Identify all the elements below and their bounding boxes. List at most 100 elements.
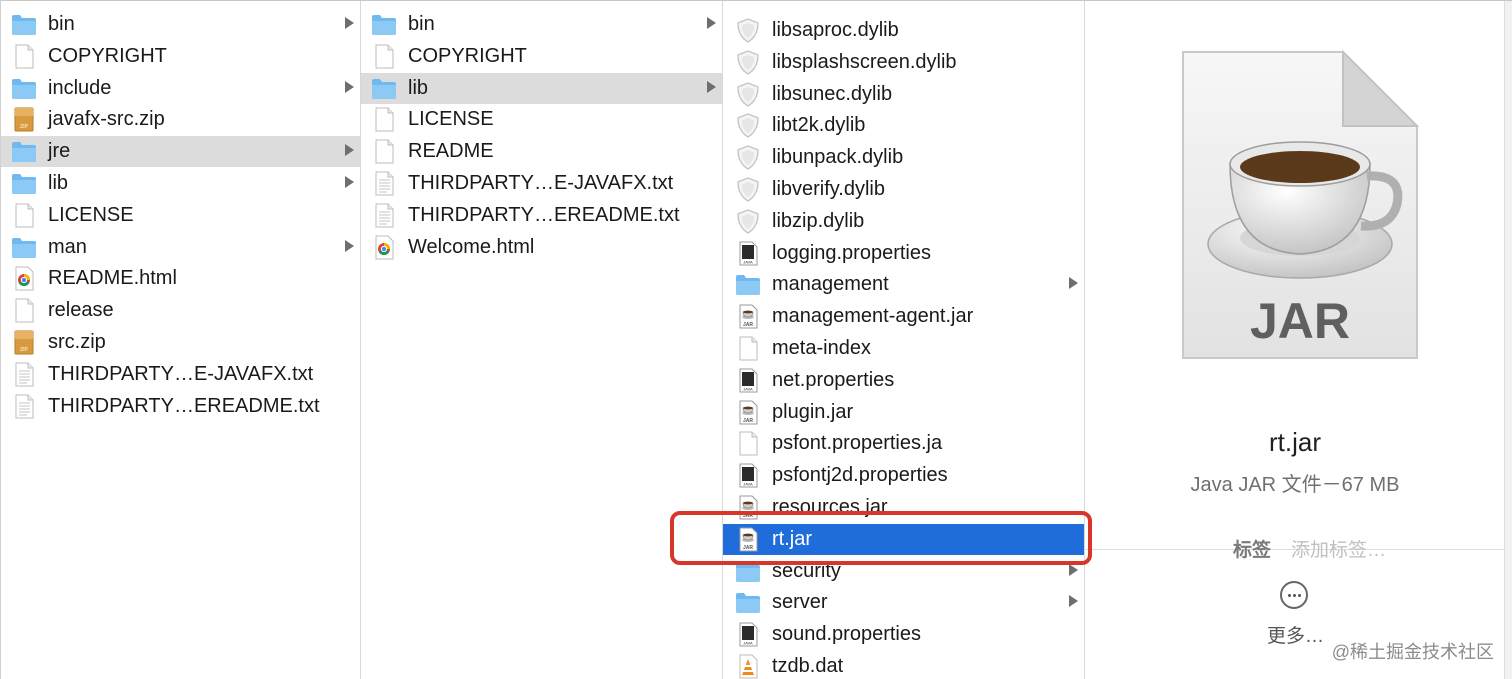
dylib-shield-icon bbox=[735, 50, 761, 75]
svg-text:JAVA: JAVA bbox=[743, 386, 753, 391]
svg-text:ZIP: ZIP bbox=[20, 347, 28, 353]
disclosure-arrow-icon[interactable] bbox=[345, 239, 354, 252]
file-name-label: psfont.properties.ja bbox=[772, 432, 943, 455]
more-options-icon[interactable] bbox=[1280, 581, 1308, 609]
file-row-man[interactable]: man bbox=[1, 232, 360, 263]
file-row-src-zip[interactable]: ZIP src.zip bbox=[1, 327, 360, 358]
file-row-server[interactable]: server bbox=[723, 587, 1084, 618]
dylib-shield-icon bbox=[735, 81, 761, 107]
file-row-libsplashscreen-dylib[interactable]: libsplashscreen.dylib bbox=[723, 47, 1084, 78]
file-name-label: include bbox=[48, 76, 112, 99]
file-row-readme-html[interactable]: README.html bbox=[1, 263, 360, 294]
dylib-shield-icon bbox=[735, 209, 761, 234]
file-row-thirdparty-e-javafx-txt[interactable]: THIRDPARTY…E-JAVAFX.txt bbox=[1, 359, 360, 390]
file-name-label: net.properties bbox=[772, 368, 895, 391]
file-name-label: COPYRIGHT bbox=[48, 44, 167, 67]
file-row-license[interactable]: LICENSE bbox=[1, 200, 360, 231]
document-icon bbox=[11, 44, 37, 69]
column-jre-lib[interactable]: libsaproc.dylib libsplashscreen.dylib libs… bbox=[723, 1, 1085, 679]
file-name-label: meta-index bbox=[772, 337, 871, 359]
file-row-libt2k-dylib[interactable]: libt2k.dylib bbox=[723, 110, 1084, 141]
disclosure-arrow-icon[interactable] bbox=[345, 176, 354, 188]
file-row-javafx-src-zip[interactable]: ZIP javafx-src.zip bbox=[1, 104, 360, 135]
window-edge bbox=[1504, 1, 1512, 679]
dylib-shield-icon bbox=[735, 145, 761, 171]
file-row-license[interactable]: LICENSE bbox=[361, 104, 722, 135]
file-row-libunpack-dylib[interactable]: libunpack.dylib bbox=[723, 142, 1084, 173]
file-name-label: javafx-src.zip bbox=[48, 108, 165, 131]
zip-archive-icon: ZIP bbox=[11, 330, 37, 355]
file-row-welcome-html[interactable]: Welcome.html bbox=[361, 232, 722, 263]
disclosure-arrow-icon[interactable] bbox=[345, 17, 354, 29]
file-row-logging-properties[interactable]: JAVA logging.properties bbox=[723, 238, 1084, 269]
zip-archive-icon: ZIP bbox=[11, 107, 37, 132]
file-row-lib[interactable]: lib bbox=[361, 72, 722, 104]
file-row-bin[interactable]: bin bbox=[1, 9, 360, 40]
column-jre[interactable]: bin COPYRIGHT lib LICENSE README THIRDPARTY…E… bbox=[361, 1, 723, 679]
file-row-lib[interactable]: lib bbox=[1, 168, 360, 199]
file-row-bin[interactable]: bin bbox=[361, 9, 722, 40]
file-row-libzip-dylib[interactable]: libzip.dylib bbox=[723, 206, 1084, 237]
file-row-libsaproc-dylib[interactable]: libsaproc.dylib bbox=[723, 15, 1084, 46]
file-row-meta-index[interactable]: meta-index bbox=[723, 333, 1084, 364]
file-row-libverify-dylib[interactable]: libverify.dylib bbox=[723, 174, 1084, 205]
file-row-readme[interactable]: README bbox=[361, 136, 722, 167]
disclosure-arrow-icon[interactable] bbox=[1069, 563, 1078, 576]
file-row-management[interactable]: management bbox=[723, 269, 1084, 300]
file-row-management-agent-jar[interactable]: JAR management-agent.jar bbox=[723, 301, 1084, 332]
document-icon bbox=[735, 431, 761, 456]
preview-file-name: rt.jar bbox=[1269, 427, 1321, 457]
file-name-label: psfontj2d.properties bbox=[772, 464, 948, 487]
disclosure-arrow-icon[interactable] bbox=[707, 17, 716, 29]
file-name-label: man bbox=[48, 235, 87, 258]
java-properties-icon: JAVA bbox=[735, 463, 761, 488]
file-row-libsunec-dylib[interactable]: libsunec.dylib bbox=[723, 79, 1084, 110]
java-properties-icon: JAVA bbox=[735, 368, 761, 393]
folder-icon bbox=[735, 272, 761, 297]
disclosure-arrow-icon[interactable] bbox=[707, 80, 716, 93]
file-row-thirdparty-ereadme-txt[interactable]: THIRDPARTY…EREADME.txt bbox=[361, 200, 722, 231]
file-name-label: lib bbox=[48, 172, 69, 194]
svg-text:ZIP: ZIP bbox=[20, 124, 28, 130]
text-file-icon bbox=[371, 171, 397, 196]
column-jdk-home[interactable]: bin COPYRIGHT include ZIP javafx-src.zip jre l… bbox=[1, 1, 361, 679]
file-name-label: logging.properties bbox=[772, 241, 931, 264]
more-button-label[interactable]: 更多… bbox=[1267, 621, 1324, 648]
file-row-copyright[interactable]: COPYRIGHT bbox=[361, 41, 722, 72]
file-name-label: README bbox=[408, 140, 494, 163]
file-name-label: THIRDPARTY…E-JAVAFX.txt bbox=[48, 362, 314, 385]
file-row-psfont-properties-ja[interactable]: psfont.properties.ja bbox=[723, 428, 1084, 459]
file-name-label: THIRDPARTY…EREADME.txt bbox=[408, 203, 680, 226]
file-name-label: jre bbox=[48, 140, 71, 163]
disclosure-arrow-icon[interactable] bbox=[1069, 595, 1078, 608]
file-row-plugin-jar[interactable]: JAR plugin.jar bbox=[723, 397, 1084, 428]
file-row-copyright[interactable]: COPYRIGHT bbox=[1, 41, 360, 72]
file-row-include[interactable]: include bbox=[1, 73, 360, 104]
add-tags-field[interactable]: 添加标签… bbox=[1291, 535, 1386, 562]
finder-window: bin COPYRIGHT include ZIP javafx-src.zip jre l… bbox=[0, 0, 1512, 679]
file-name-label: libzip.dylib bbox=[772, 209, 865, 232]
file-name-label: libsaproc.dylib bbox=[772, 19, 899, 41]
tags-label: 标签 bbox=[1233, 540, 1272, 561]
file-row-thirdparty-ereadme-txt[interactable]: THIRDPARTY…EREADME.txt bbox=[1, 391, 360, 422]
file-row-sound-properties[interactable]: JAVA sound.properties bbox=[723, 619, 1084, 650]
file-name-label: management bbox=[772, 273, 889, 296]
java-properties-icon: JAVA bbox=[735, 241, 761, 266]
disclosure-arrow-icon[interactable] bbox=[345, 144, 354, 157]
file-row-jre[interactable]: jre bbox=[1, 136, 360, 168]
file-row-psfontj2d-properties[interactable]: JAVA psfontj2d.properties bbox=[723, 460, 1084, 491]
folder-icon bbox=[11, 235, 37, 260]
file-row-net-properties[interactable]: JAVA net.properties bbox=[723, 365, 1084, 396]
disclosure-arrow-icon[interactable] bbox=[345, 80, 354, 93]
folder-icon bbox=[11, 139, 37, 164]
file-name-label: release bbox=[48, 299, 114, 322]
disclosure-arrow-icon[interactable] bbox=[1069, 277, 1078, 290]
file-name-label: LICENSE bbox=[48, 203, 134, 226]
file-name-label: bin bbox=[408, 13, 435, 35]
folder-icon bbox=[11, 171, 37, 196]
jar-icon: JAR bbox=[735, 304, 761, 329]
file-row-thirdparty-e-javafx-txt[interactable]: THIRDPARTY…E-JAVAFX.txt bbox=[361, 168, 722, 199]
dylib-shield-icon bbox=[735, 113, 761, 139]
file-row-tzdb-dat[interactable]: tzdb.dat bbox=[723, 651, 1084, 679]
file-row-release[interactable]: release bbox=[1, 295, 360, 326]
